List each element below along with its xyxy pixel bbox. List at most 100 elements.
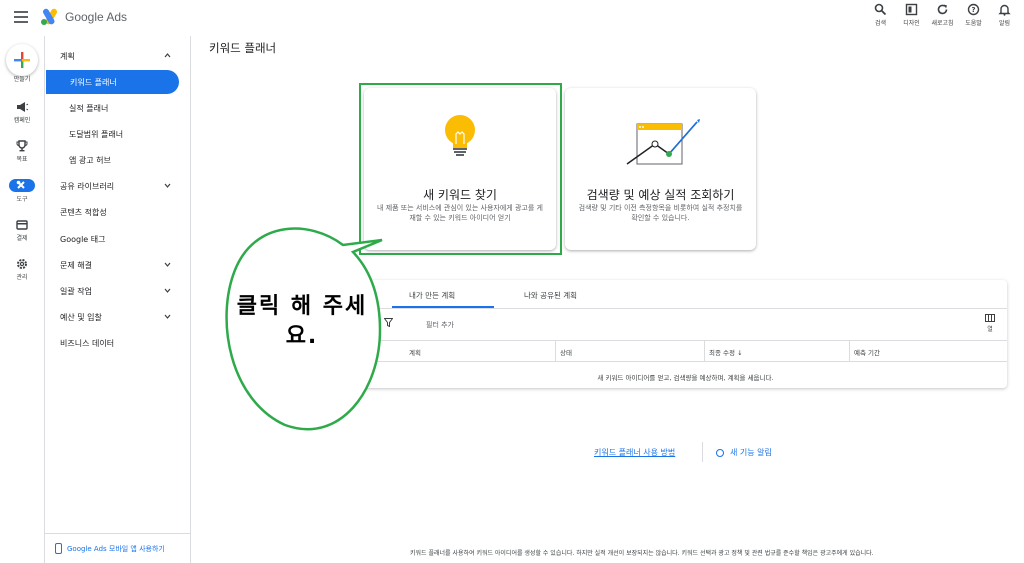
nav-footer-divider (45, 533, 191, 534)
nav-section-planning[interactable]: 계획 (45, 44, 191, 68)
sort-arrow-down-icon: ↓ (737, 349, 743, 357)
card-icon (16, 220, 28, 230)
search-button[interactable]: 검색 (865, 3, 896, 27)
nav-budgets-bidding-label: 예산 및 입찰 (60, 312, 102, 322)
search-icon (874, 3, 887, 16)
nav-section-bulk-actions[interactable]: 일괄 작업 (45, 279, 191, 303)
nav-performance-planner-label: 실적 플래너 (69, 103, 109, 113)
rail-tools-label: 도구 (16, 196, 28, 203)
rail-item-create[interactable]: 만들기 (0, 74, 44, 83)
help-button[interactable]: ? 도움말 (958, 3, 989, 27)
nav-planning-label: 계획 (60, 51, 75, 61)
forecast-chart-icon (626, 119, 700, 165)
chevron-up-icon (164, 53, 171, 58)
nav-business-data-label: 비즈니스 데이터 (60, 338, 115, 348)
appearance-label: 디자인 (903, 20, 920, 27)
nav-app-ad-hub-label: 앱 광고 허브 (69, 155, 111, 165)
chevron-down-icon (164, 314, 171, 319)
tools-icon (9, 179, 35, 192)
mobile-app-link[interactable]: Google Ads 모바일 앱 사용하기 (55, 543, 165, 554)
rail-item-tools[interactable]: 도구 (0, 179, 44, 203)
nav-reach-planner-label: 도달범위 플래너 (69, 129, 124, 139)
phone-icon (55, 543, 62, 554)
nav-bulk-actions-label: 일괄 작업 (60, 286, 92, 296)
whats-new-link[interactable]: 새 기능 알림 (716, 447, 772, 458)
forecast-desc: 검색량 및 기타 이전 측정항목을 비롯하여 실적 추정치를 확인할 수 있습니… (578, 204, 743, 222)
nav-shared-library-label: 공유 라이브러리 (60, 181, 115, 191)
rail-item-goals[interactable]: 목표 (0, 140, 44, 163)
columns-icon (985, 314, 995, 322)
column-last-modified[interactable]: 최종 수정 ↓ (709, 347, 743, 357)
forecast-card[interactable]: 검색량 및 예상 실적 조회하기 검색량 및 기타 이전 측정항목을 비롯하여 … (565, 88, 756, 250)
columns-label: 열 (987, 326, 993, 333)
megaphone-icon (17, 102, 29, 112)
tab-shared-plans[interactable]: 나와 공유된 계획 (524, 290, 577, 301)
whats-new-label: 새 기능 알림 (730, 448, 772, 457)
menu-icon[interactable] (14, 11, 28, 23)
bell-icon (998, 4, 1011, 16)
chevron-down-icon (164, 288, 171, 293)
help-label: 도움말 (965, 20, 982, 27)
columns-button[interactable]: 열 (985, 314, 995, 333)
top-bar: Google Ads 검색 디자인 새로고침 ? 도움말 알림 (0, 0, 1024, 36)
create-button[interactable] (6, 44, 38, 76)
column-separator (555, 340, 556, 361)
nav-item-google-tag[interactable]: Google 태그 (45, 227, 191, 251)
google-ads-logo-icon (41, 8, 57, 25)
column-separator (849, 340, 850, 361)
nav-item-keyword-planner[interactable]: 키워드 플래너 (46, 70, 179, 94)
appearance-button[interactable]: 디자인 (896, 3, 927, 27)
empty-table-message: 새 키워드 아이디어를 얻고, 검색량을 예상하며, 계획을 세웁니다. (597, 374, 774, 382)
rail-billing-label: 결제 (16, 235, 28, 242)
plans-panel: 내가 만든 계획 나와 공유된 계획 필터 추가 열 계획 상태 최종 수정 ↓… (364, 280, 1007, 388)
nav-content-suitability-label: 콘텐츠 적합성 (60, 207, 107, 217)
column-separator (704, 340, 705, 361)
nav-item-performance-planner[interactable]: 실적 플래너 (45, 96, 191, 120)
chevron-down-icon (164, 262, 171, 267)
nav-item-reach-planner[interactable]: 도달범위 플래너 (45, 122, 191, 146)
column-last-modified-label: 최종 수정 (709, 349, 735, 357)
refresh-button[interactable]: 새로고침 (927, 3, 958, 27)
rail-item-admin[interactable]: 관리 (0, 258, 44, 281)
column-plan[interactable]: 계획 (409, 347, 421, 357)
info-icon (716, 448, 724, 457)
rail-create-label: 만들기 (13, 76, 31, 83)
column-forecast-period[interactable]: 예측 기간 (854, 347, 880, 357)
brand-name: Google Ads (65, 10, 128, 24)
header-bottom-divider (364, 361, 1007, 362)
header-top-divider (364, 340, 1007, 341)
nav-keyword-planner-label: 키워드 플래너 (70, 77, 117, 87)
plus-icon (14, 52, 30, 68)
nav-section-shared-library[interactable]: 공유 라이브러리 (45, 174, 191, 198)
rail-item-billing[interactable]: 결제 (0, 219, 44, 242)
nav-panel: 계획 키워드 플래너 실적 플래너 도달범위 플래너 앱 광고 허브 공유 라이… (44, 36, 191, 563)
gear-icon (17, 259, 27, 269)
tabs-divider (364, 308, 1007, 309)
left-rail: 만들기 캠페인 목표 도구 결제 관리 (0, 36, 44, 563)
filter-icon[interactable] (384, 318, 393, 327)
mobile-app-label: Google Ads 모바일 앱 사용하기 (67, 544, 165, 553)
nav-item-content-suitability[interactable]: 콘텐츠 적합성 (45, 200, 191, 224)
nav-item-app-ad-hub[interactable]: 앱 광고 허브 (45, 148, 191, 172)
tab-my-plans[interactable]: 내가 만든 계획 (409, 290, 455, 301)
rail-admin-label: 관리 (16, 274, 28, 281)
page-title: 키워드 플래너 (209, 41, 277, 55)
column-status[interactable]: 상태 (560, 347, 572, 357)
appearance-icon (905, 3, 918, 16)
add-filter-button[interactable]: 필터 추가 (426, 320, 454, 330)
highlight-box (359, 83, 562, 255)
help-icon: ? (967, 3, 980, 16)
rail-goals-label: 목표 (16, 156, 28, 163)
rail-item-campaigns[interactable]: 캠페인 (0, 101, 44, 124)
chevron-down-icon (164, 183, 171, 188)
how-to-use-link[interactable]: 키워드 플래너 사용 방법 (594, 447, 675, 458)
nav-google-tag-label: Google 태그 (60, 234, 106, 244)
nav-troubleshooting-label: 문제 해결 (60, 260, 92, 270)
refresh-icon (937, 4, 948, 15)
search-label: 검색 (874, 20, 887, 27)
nav-item-business-data[interactable]: 비즈니스 데이터 (45, 331, 191, 355)
notifications-button[interactable]: 알림 (989, 3, 1020, 27)
nav-section-budgets-bidding[interactable]: 예산 및 입찰 (45, 305, 191, 329)
nav-section-troubleshooting[interactable]: 문제 해결 (45, 253, 191, 277)
notifications-label: 알림 (998, 20, 1011, 27)
